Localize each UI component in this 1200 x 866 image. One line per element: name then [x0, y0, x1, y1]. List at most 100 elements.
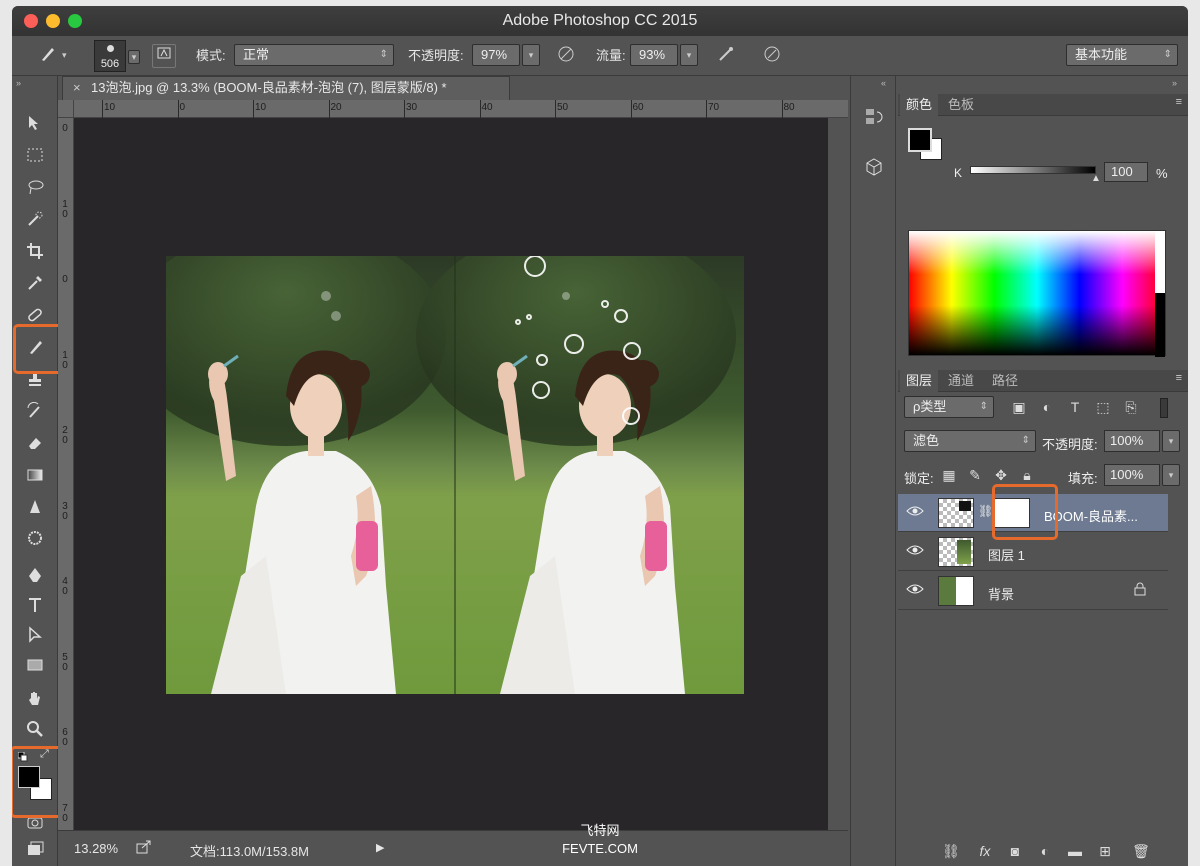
- close-document-icon[interactable]: ×: [73, 77, 81, 99]
- ruler-tick: [706, 100, 707, 118]
- fill-dropdown[interactable]: ▾: [1162, 464, 1180, 486]
- link-layers-icon[interactable]: ⛓︎: [940, 840, 962, 862]
- brush-panel-toggle-icon[interactable]: [152, 44, 176, 68]
- tool-preset-dropdown-arrow[interactable]: ▾: [62, 50, 67, 61]
- history-panel-icon[interactable]: [863, 106, 885, 128]
- tab-swatches[interactable]: 色板: [942, 94, 980, 116]
- filter-smart-object-icon[interactable]: ⎘: [1120, 396, 1142, 418]
- workspace-switcher[interactable]: 基本功能 ⇕: [1066, 44, 1178, 66]
- brush-tool-preset-icon[interactable]: [36, 44, 60, 68]
- type-tool-icon[interactable]: [22, 596, 48, 622]
- layer-opacity-field[interactable]: 100%: [1104, 430, 1160, 452]
- filter-adjustment-icon[interactable]: ◐: [1036, 396, 1058, 418]
- eyedropper-tool-icon[interactable]: [22, 274, 48, 300]
- filter-shape-icon[interactable]: ⬚: [1092, 396, 1114, 418]
- vertical-ruler: 0 10 0 10 20 30 40 50 60 70: [58, 118, 74, 830]
- layer-visibility-eye-icon[interactable]: [906, 582, 926, 598]
- layer-opacity-dropdown[interactable]: ▾: [1162, 430, 1180, 452]
- tab-layers[interactable]: 图层: [900, 370, 939, 392]
- lock-transparency-icon[interactable]: ▦: [938, 464, 960, 486]
- hand-tool-icon[interactable]: [22, 690, 48, 716]
- filter-pixel-icon[interactable]: ▣: [1008, 396, 1030, 418]
- crop-tool-icon[interactable]: [22, 242, 48, 268]
- layer-filter-dropdown[interactable]: ρ类型 ⇕: [904, 396, 994, 418]
- blur-tool-icon[interactable]: [22, 498, 48, 524]
- zoom-level[interactable]: 13.28%: [74, 841, 118, 856]
- right-dock-collapse-icon[interactable]: »: [1172, 78, 1177, 88]
- layer-thumbnail: [938, 498, 974, 528]
- dodge-tool-icon[interactable]: [22, 530, 48, 556]
- status-menu-arrow-icon[interactable]: ▶: [376, 841, 384, 854]
- title-bar: Adobe Photoshop CC 2015: [12, 6, 1188, 36]
- pressure-opacity-icon[interactable]: [554, 44, 578, 68]
- k-value-field[interactable]: 100: [1104, 162, 1148, 182]
- layer-row[interactable]: 背景: [898, 572, 1168, 610]
- layer-visibility-eye-icon[interactable]: [906, 543, 926, 559]
- ruler-tick: [328, 100, 330, 118]
- quick-selection-tool-icon[interactable]: [22, 210, 48, 236]
- watermark-line-2: FEVTE.COM: [562, 841, 638, 856]
- ruler-label: 50: [62, 651, 68, 673]
- dock-collapse-icon[interactable]: «: [881, 78, 886, 88]
- mode-dropdown[interactable]: 正常 ⇕: [234, 44, 394, 66]
- pressure-size-icon[interactable]: [760, 44, 784, 68]
- brush-size-picker[interactable]: 506: [94, 40, 126, 72]
- lock-all-icon[interactable]: 🔒︎: [1016, 464, 1038, 486]
- marquee-tool-icon[interactable]: [22, 146, 48, 172]
- document-tab[interactable]: × 13泡泡.jpg @ 13.3% (BOOM-良品素材-泡泡 (7), 图层…: [62, 76, 510, 100]
- new-group-icon[interactable]: ▬: [1064, 840, 1086, 862]
- ruler-label: 10: [62, 198, 68, 220]
- color-spectrum[interactable]: [908, 230, 1166, 357]
- layers-panel-menu-icon[interactable]: ≡: [1176, 372, 1182, 384]
- color-fg-swatch[interactable]: [908, 128, 932, 152]
- ruler-label: 0: [62, 123, 68, 134]
- opacity-field[interactable]: 97%: [472, 44, 520, 66]
- flow-dropdown[interactable]: ▾: [680, 44, 698, 66]
- lasso-tool-icon[interactable]: [22, 178, 48, 204]
- zoom-window-button[interactable]: [68, 14, 82, 28]
- close-window-button[interactable]: [24, 14, 38, 28]
- lock-pixels-icon[interactable]: ✎: [964, 464, 986, 486]
- toolbar-collapse-icon[interactable]: »: [16, 78, 21, 88]
- mask-link-icon[interactable]: ⛓︎: [978, 504, 993, 518]
- canvas-area[interactable]: [74, 118, 828, 830]
- mode-value: 正常: [243, 47, 270, 62]
- filter-type-icon[interactable]: T: [1064, 396, 1086, 418]
- tab-color[interactable]: 颜色: [900, 94, 939, 116]
- path-selection-tool-icon[interactable]: [22, 626, 48, 652]
- opacity-dropdown[interactable]: ▾: [522, 44, 540, 66]
- tab-paths[interactable]: 路径: [986, 370, 1024, 392]
- delete-layer-icon[interactable]: 🗑︎: [1130, 840, 1152, 862]
- ruler-label: 30: [406, 102, 418, 113]
- blend-mode-dropdown[interactable]: 滤色 ⇕: [904, 430, 1036, 452]
- layer-visibility-eye-icon[interactable]: [906, 504, 926, 520]
- adjustment-layer-icon[interactable]: ◐: [1034, 840, 1056, 862]
- tab-channels[interactable]: 通道: [942, 370, 980, 392]
- k-slider-track[interactable]: [970, 166, 1096, 174]
- screen-mode-icon[interactable]: [22, 840, 48, 866]
- pen-tool-icon[interactable]: [22, 566, 48, 592]
- 3d-panel-icon[interactable]: [863, 156, 885, 178]
- k-slider-thumb[interactable]: ▲: [1091, 173, 1101, 184]
- document-tab-title: 13泡泡.jpg @ 13.3% (BOOM-良品素材-泡泡 (7), 图层蒙版…: [91, 80, 447, 95]
- move-tool-icon[interactable]: [22, 114, 48, 140]
- lock-position-icon[interactable]: ✥: [990, 464, 1012, 486]
- minimize-window-button[interactable]: [46, 14, 60, 28]
- filter-toggle[interactable]: [1160, 398, 1168, 418]
- rectangle-tool-icon[interactable]: [22, 656, 48, 682]
- add-mask-icon[interactable]: ◙: [1004, 840, 1026, 862]
- share-icon[interactable]: [136, 839, 154, 857]
- eraser-tool-icon[interactable]: [22, 434, 48, 460]
- color-panel-menu-icon[interactable]: ≡: [1176, 96, 1182, 108]
- history-brush-tool-icon[interactable]: [22, 401, 48, 428]
- fill-field[interactable]: 100%: [1104, 464, 1160, 486]
- new-layer-icon[interactable]: ⊞: [1094, 840, 1116, 862]
- ruler-label: 30: [62, 500, 68, 522]
- ruler-tick: [555, 100, 556, 118]
- layer-style-fx-icon[interactable]: fx: [974, 840, 996, 862]
- flow-field[interactable]: 93%: [630, 44, 678, 66]
- brush-picker-dropdown[interactable]: ▾: [128, 50, 140, 64]
- gradient-tool-icon[interactable]: [22, 466, 48, 492]
- airbrush-icon[interactable]: [714, 44, 738, 68]
- zoom-tool-icon[interactable]: [22, 720, 48, 746]
